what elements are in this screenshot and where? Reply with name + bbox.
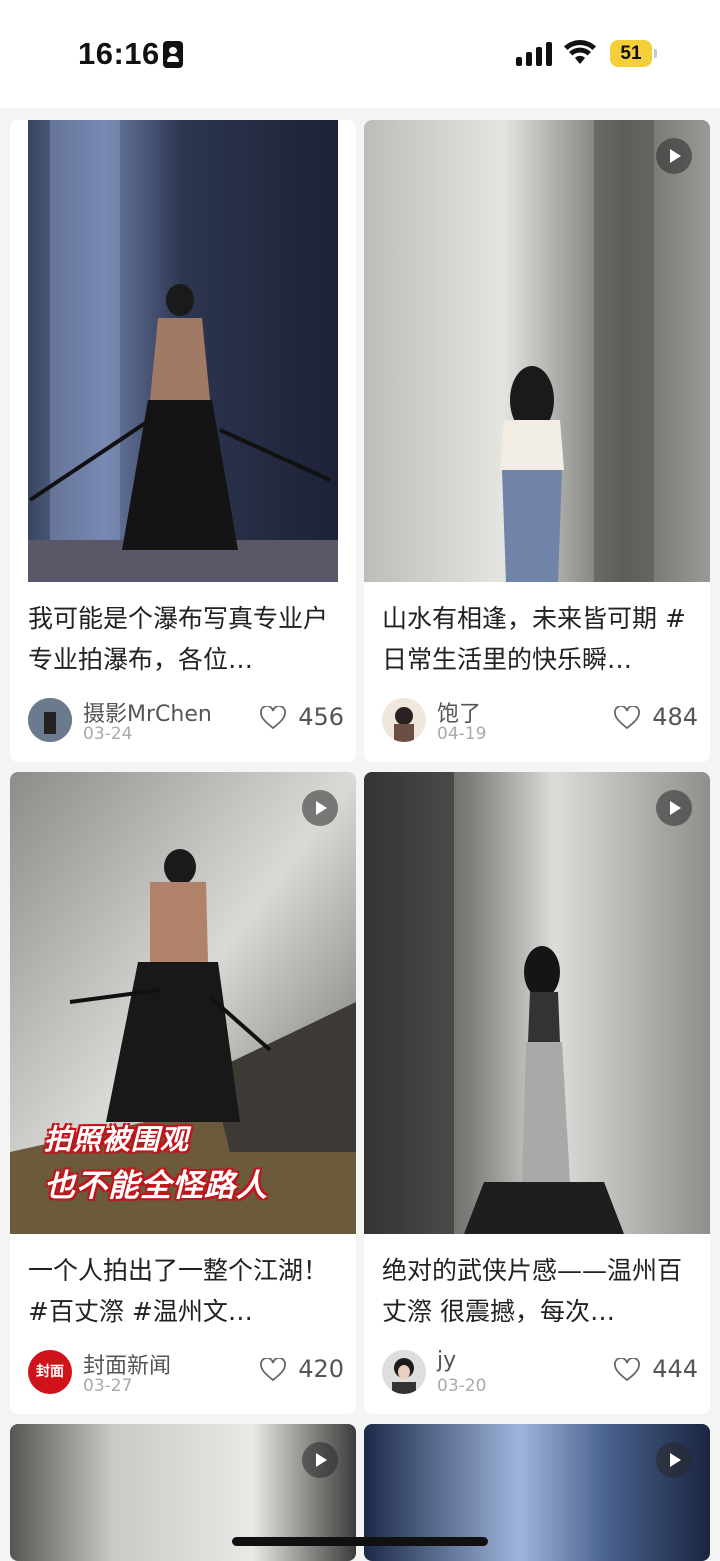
card-cover-image[interactable] xyxy=(364,772,710,1234)
feed-card[interactable]: 我可能是个瀑布写真专业户 专业拍瀑布，各位… 摄影MrChen 03-24 45… xyxy=(10,120,356,762)
cover-caption-line1: 拍照被围观 xyxy=(44,1123,190,1156)
heart-icon[interactable] xyxy=(614,706,640,730)
battery-icon: 51 xyxy=(610,40,657,67)
post-date: 04-19 xyxy=(437,724,487,744)
play-icon xyxy=(302,790,338,826)
card-title[interactable]: 山水有相逢，未来皆可期 #日常生活里的快乐瞬… xyxy=(382,598,698,680)
author-avatar[interactable] xyxy=(382,698,426,742)
play-icon xyxy=(302,1442,338,1478)
author-avatar[interactable]: 封面 xyxy=(28,1350,72,1394)
card-footer: 封面 封面新闻 03-27 420 xyxy=(28,1348,344,1396)
id-card-icon xyxy=(163,41,183,68)
avatar-logo-text: 封面 xyxy=(36,1364,64,1380)
play-icon xyxy=(656,1442,692,1478)
card-cover-image[interactable]: 拍照被围观 也不能全怪路人 xyxy=(10,772,356,1234)
feed-card[interactable]: 山水有相逢，未来皆可期 #日常生活里的快乐瞬… 饱了 04-19 484 xyxy=(364,120,710,762)
play-icon xyxy=(656,138,692,174)
play-icon xyxy=(656,790,692,826)
heart-icon[interactable] xyxy=(260,1358,286,1382)
post-date: 03-24 xyxy=(83,724,133,744)
card-footer: jy 03-20 444 xyxy=(382,1348,698,1396)
card-cover-image[interactable] xyxy=(10,120,356,582)
post-date: 03-20 xyxy=(437,1376,487,1396)
post-date: 03-27 xyxy=(83,1376,133,1396)
author-name[interactable]: jy xyxy=(437,1348,456,1373)
card-title[interactable]: 我可能是个瀑布写真专业户 专业拍瀑布，各位… xyxy=(28,598,344,680)
card-title[interactable]: 一个人拍出了一整个江湖！ #百丈漈 #温州文… xyxy=(28,1250,344,1332)
cover-caption-line2: 也不能全怪路人 xyxy=(44,1168,268,1204)
like-count: 484 xyxy=(652,703,698,731)
feed-card[interactable]: 拍照被围观 也不能全怪路人 一个人拍出了一整个江湖！ #百丈漈 #温州文… 封面… xyxy=(10,772,356,1414)
feed-card[interactable]: 绝对的武侠片感——温州百丈漈 很震撼，每次… jy 03-20 444 xyxy=(364,772,710,1414)
like-count: 444 xyxy=(652,1355,698,1383)
like-count: 420 xyxy=(298,1355,344,1383)
like-count: 456 xyxy=(298,703,344,731)
status-time: 16:16 xyxy=(78,36,160,71)
home-indicator[interactable] xyxy=(232,1537,488,1546)
cellular-signal-icon xyxy=(516,42,552,66)
battery-level: 51 xyxy=(610,40,652,67)
card-footer: 饱了 04-19 484 xyxy=(382,696,698,744)
author-avatar[interactable] xyxy=(28,698,72,742)
card-title[interactable]: 绝对的武侠片感——温州百丈漈 很震撼，每次… xyxy=(382,1250,698,1332)
status-bar: 16:16 51 xyxy=(0,0,720,108)
heart-icon[interactable] xyxy=(260,706,286,730)
card-cover-image[interactable] xyxy=(364,120,710,582)
card-footer: 摄影MrChen 03-24 456 xyxy=(28,696,344,744)
wifi-icon xyxy=(564,40,596,64)
author-avatar[interactable] xyxy=(382,1350,426,1394)
heart-icon[interactable] xyxy=(614,1358,640,1382)
